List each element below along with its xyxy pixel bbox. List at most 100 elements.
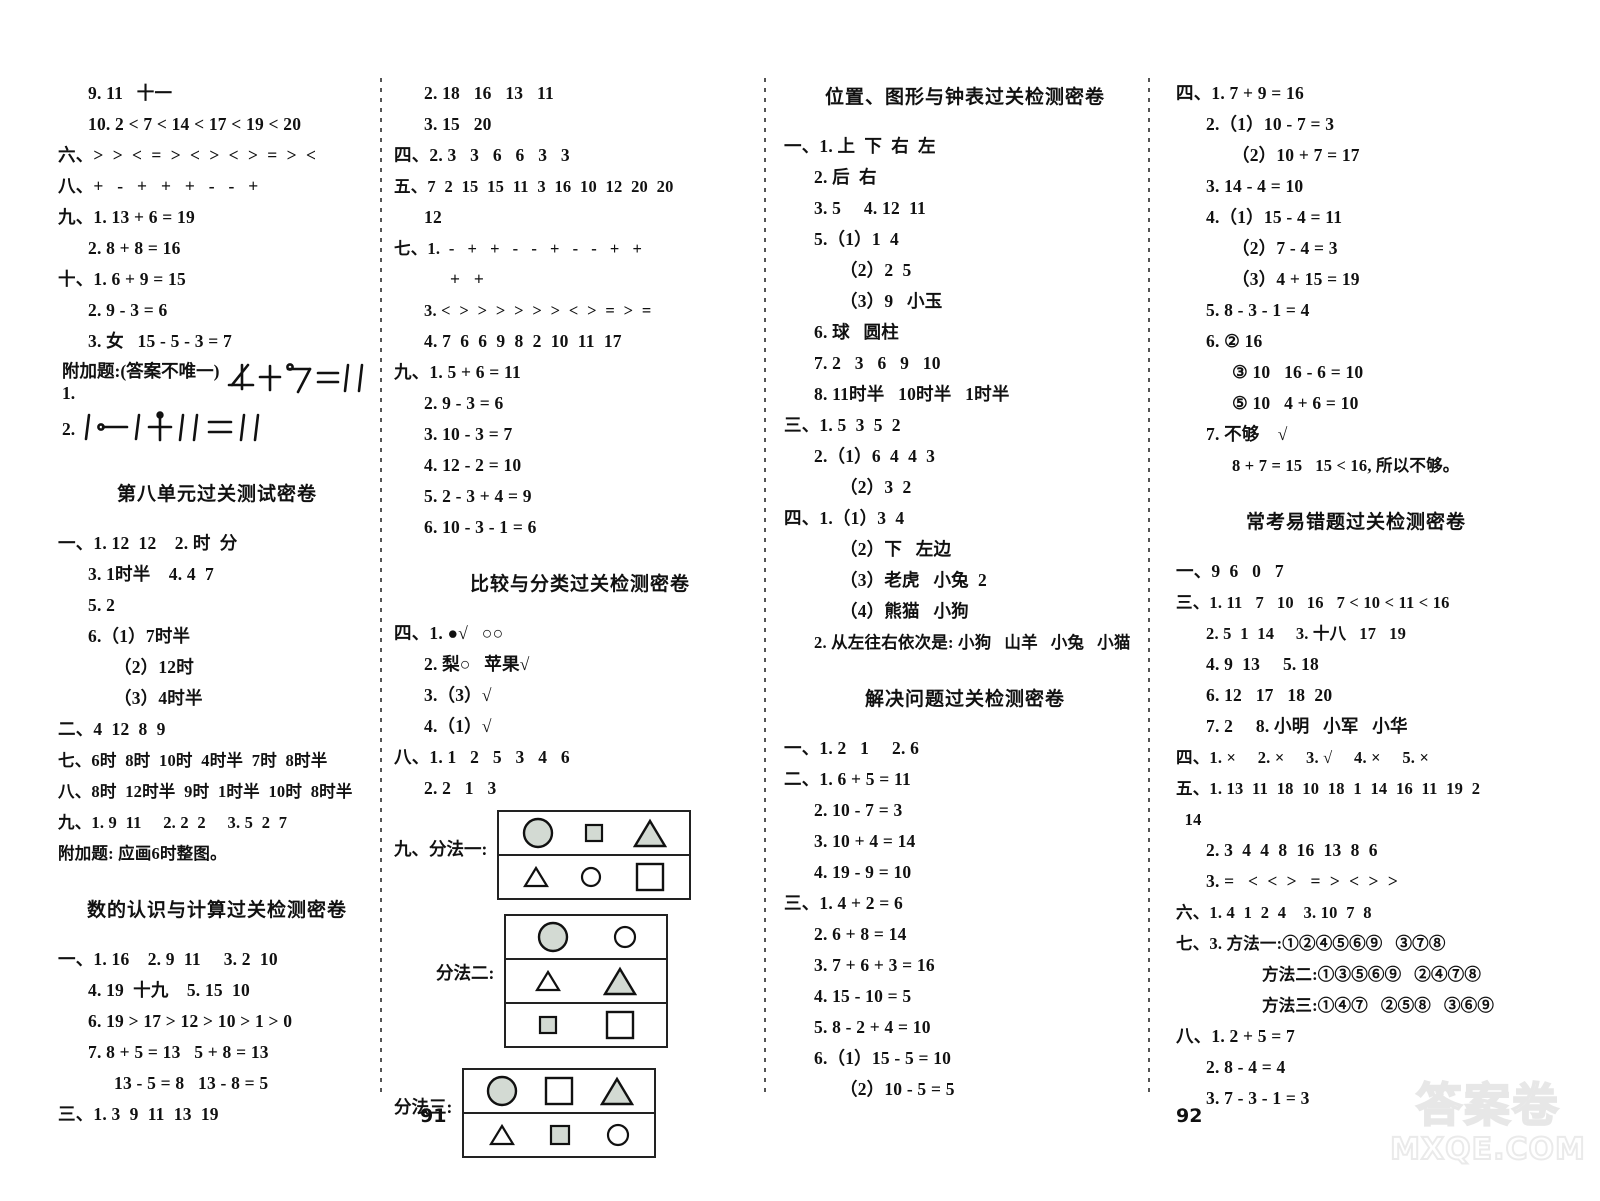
answer-line: 六、1. 4 1 2 4 3. 10 7 8 — [1176, 903, 1372, 922]
method-label: 分法一: — [429, 839, 488, 859]
triangle-filled-icon — [633, 817, 668, 849]
answer-block-problem-solving: 一、1. 2 1 2. 6 二、1. 6 + 5 = 11 2. 10 - 7 … — [784, 733, 1146, 1105]
answer-line: 八、1. 2 + 5 = 7 — [1176, 1026, 1295, 1046]
answer-line: 八、1. 1 2 5 3 4 6 — [394, 747, 570, 767]
grouping-row — [506, 1004, 666, 1046]
answer-line: 八、+ - + + + - - + — [58, 176, 259, 196]
answer-line: 方法二:①③⑤⑥⑨ ②④⑦⑧ — [1262, 965, 1482, 984]
answer-line: 5. 8 - 2 + 4 = 10 — [814, 1017, 931, 1037]
answer-line: 四、2. 3 3 6 6 3 3 — [394, 145, 570, 165]
answer-line: （2）10 + 7 = 17 — [1232, 145, 1360, 165]
answer-line: 5. 2 - 3 + 4 = 9 — [424, 486, 532, 506]
square-small-filled-icon — [548, 1123, 572, 1147]
watermark-chinese: 答案卷 — [1415, 1077, 1560, 1133]
handwritten-matchstick-answers: 附加题:(答案不唯一) 1. 2. — [58, 357, 376, 453]
section-title-common-mistakes: 常考易错题过关检测密卷 — [1245, 511, 1466, 533]
answer-line: （2）下 左边 — [840, 539, 952, 559]
triangle-filled-icon — [603, 965, 638, 997]
grouping-box-1 — [497, 810, 692, 900]
answer-line: 6.（1）7时半 — [88, 626, 191, 646]
answer-line: 2. 8 + 8 = 16 — [88, 238, 181, 258]
answer-line: 8 + 7 = 15 15 < 16, 所以不够。 — [1232, 456, 1460, 475]
answer-line: 一、1. 2 1 2. 6 — [784, 738, 920, 758]
column-4: 四、1. 7 + 9 = 16 2.（1）10 - 7 = 3 （2）10 + … — [1146, 78, 1536, 1201]
answer-line: 2. 后 右 — [814, 167, 877, 187]
answer-line: 2.（1）6 4 4 3 — [814, 446, 936, 466]
answer-line: 三、1. 5 3 5 2 — [784, 415, 901, 435]
answer-line: 4. 15 - 10 = 5 — [814, 986, 912, 1006]
circle-filled-icon — [521, 816, 555, 850]
grouping-method-2-label: 分法二: — [436, 963, 495, 983]
section-title-unit8: 第八单元过关测试密卷 — [116, 483, 317, 505]
answer-line: （3）4时半 — [114, 688, 203, 708]
answer-line: 6. ② 16 — [1206, 331, 1263, 351]
answer-line: 3.（3）√ — [424, 685, 492, 705]
grouping-method-1-label: 九、分法一: — [394, 810, 487, 861]
answer-line: 八、8时 12时半 9时 1时半 10时 8时半 — [58, 782, 353, 801]
answer-line: （2）10 - 5 = 5 — [840, 1079, 955, 1099]
answer-line: 12 — [424, 207, 442, 227]
answer-line: （2）7 - 4 = 3 — [1232, 238, 1338, 258]
answer-line: 3. 10 + 4 = 14 — [814, 831, 916, 851]
section-title-number-calc: 数的认识与计算过关检测密卷 — [86, 899, 347, 921]
answer-line: ③ 10 16 - 6 = 10 — [1232, 362, 1364, 382]
answer-key-page: 9. 11 十一 10. 2 < 7 < 14 < 17 < 19 < 20 六… — [0, 0, 1600, 1201]
answer-line: 七、6时 8时 10时 4时半 7时 8时半 — [58, 751, 328, 770]
answer-line: 3. 7 + 6 + 3 = 16 — [814, 955, 935, 975]
section-title-problem-solving: 解决问题过关检测密卷 — [864, 688, 1065, 710]
triangle-small-open-icon — [523, 865, 549, 889]
grouping-row — [464, 1114, 654, 1156]
answer-line: 2. 3 4 4 8 16 13 8 6 — [1206, 840, 1378, 860]
circle-filled-icon — [485, 1074, 519, 1108]
answer-line: 三、1. 11 7 10 16 7 < 10 < 11 < 16 — [1176, 593, 1450, 612]
answer-line: 3. 14 - 4 = 10 — [1206, 176, 1304, 196]
answer-line: 2. 18 16 13 11 — [424, 83, 554, 103]
answer-line: 7. 不够 √ — [1206, 424, 1288, 444]
grouping-row — [499, 812, 690, 856]
answer-line: 一、9 6 0 7 — [1176, 561, 1284, 581]
square-open-icon — [543, 1075, 575, 1107]
column-3: 位置、图形与钟表过关检测密卷 一、1. 上 下 右 左 2. 后 右 3. 5 … — [766, 78, 1150, 1201]
answer-block-unit8: 一、1. 12 12 2. 时 分 3. 1时半 4. 4 7 5. 2 6.（… — [58, 528, 376, 869]
answer-line: 4.（1）√ — [424, 716, 492, 736]
grouping-box-3 — [462, 1068, 657, 1158]
answer-line: （3）9 小玉 — [840, 291, 943, 311]
grouping-method-1: 九、分法一: — [394, 810, 766, 900]
circle-small-open-icon — [580, 866, 602, 888]
answer-line: 2. 9 - 3 = 6 — [88, 300, 168, 320]
square-open-icon — [634, 861, 666, 893]
answer-line: 附加题: 应画6时整图。 — [58, 844, 227, 863]
answer-line: 一、1. 16 2. 9 11 3. 2 10 — [58, 949, 278, 969]
answer-line: 3. = < < > = > < > > — [1206, 871, 1398, 891]
answer-line: 5. 2 — [88, 595, 116, 615]
answer-line: 三、1. 3 9 11 13 19 — [58, 1104, 219, 1124]
answer-line: 五、7 2 15 15 11 3 16 10 12 20 20 — [394, 177, 674, 196]
column-1: 9. 11 十一 10. 2 < 7 < 14 < 17 < 19 < 20 六… — [36, 78, 382, 1201]
answer-line: 6. 19 > 17 > 12 > 10 > 1 > 0 — [88, 1011, 293, 1031]
answer-line: 6. 球 圆柱 — [814, 322, 899, 342]
answer-line: （2）2 5 — [840, 260, 912, 280]
answer-line: 5. 8 - 3 - 1 = 4 — [1206, 300, 1310, 320]
answer-line: 8. 11时半 10时半 1时半 — [814, 384, 1010, 404]
answer-line: 3. 女 15 - 5 - 3 = 7 — [88, 331, 232, 351]
matchstick-row-1: 附加题:(答案不唯一) 1. — [58, 357, 376, 405]
answer-block-common-mistakes: 一、9 6 0 7 三、1. 11 7 10 16 7 < 10 < 11 < … — [1176, 556, 1536, 1114]
answer-line: 4. 7 6 6 9 8 2 10 11 17 — [424, 331, 622, 351]
answer-block-number-calc: 一、1. 16 2. 9 11 3. 2 10 4. 19 十九 5. 15 1… — [58, 944, 376, 1130]
answer-line: 二、1. 6 + 5 = 11 — [784, 769, 911, 789]
answer-line: 2. 6 + 8 = 14 — [814, 924, 907, 944]
answer-line: 四、1.（1）3 4 — [784, 508, 905, 528]
answer-line: 方法三:①④⑦ ②⑤⑧ ③⑥⑨ — [1262, 996, 1495, 1015]
watermark: 答案卷 MXQE.COM — [1389, 1077, 1586, 1193]
answer-line: 4.（1）15 - 4 = 11 — [1206, 207, 1343, 227]
answer-line: 4. 12 - 2 = 10 — [424, 455, 522, 475]
answer-line: 9. 11 十一 — [88, 83, 173, 103]
answer-line: 七、1. - + + - - + - - + + — [394, 239, 643, 258]
answer-line: 2. 5 1 14 3. 十八 17 19 — [1206, 624, 1407, 643]
answer-line: 5.（1）1 4 — [814, 229, 899, 249]
triangle-small-open-icon — [489, 1123, 515, 1147]
bonus-question-label: 附加题:(答案不唯一) 1. — [62, 361, 220, 403]
page-number-left: 91 — [420, 1105, 447, 1127]
matchstick-row-2: 2. — [58, 405, 376, 453]
answer-line: 13 - 5 = 8 13 - 8 = 5 — [114, 1073, 269, 1093]
